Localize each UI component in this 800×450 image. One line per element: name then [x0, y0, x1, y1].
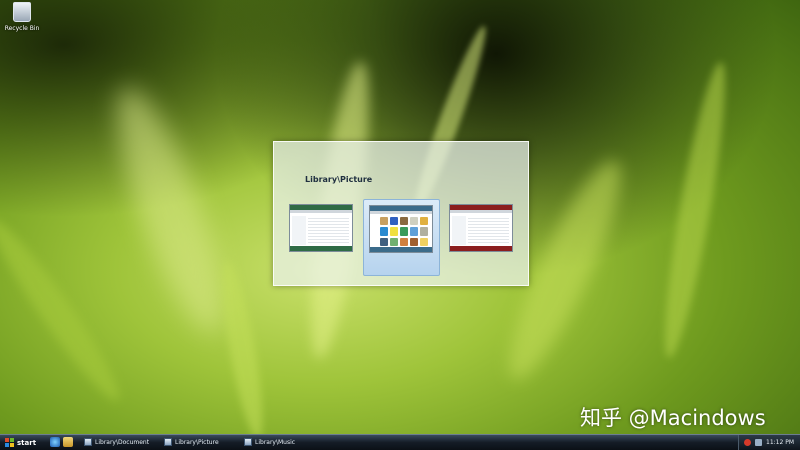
network-icon[interactable]	[755, 439, 762, 446]
picture-grid	[380, 217, 428, 246]
taskbar-button-music[interactable]: Library\Music	[240, 436, 299, 448]
picture-window-icon	[164, 438, 172, 446]
start-label: start	[17, 438, 37, 447]
window-switcher: Library\Picture	[273, 141, 529, 286]
recycle-bin-icon	[13, 2, 31, 22]
window-thumbnail-document[interactable]	[289, 204, 353, 252]
document-window-icon	[84, 438, 92, 446]
security-shield-icon[interactable]	[744, 439, 751, 446]
switcher-title: Library\Picture	[305, 175, 373, 184]
recycle-bin-label: Recycle Bin	[4, 25, 40, 32]
taskbar: start Library\Document Library\Picture L…	[0, 434, 800, 450]
windows-logo-icon	[5, 438, 14, 447]
taskbar-button-document[interactable]: Library\Document	[80, 436, 153, 448]
folder-icon[interactable]	[63, 437, 73, 447]
taskbar-button-label: Library\Picture	[175, 438, 219, 446]
system-tray: 11:12 PM	[738, 435, 800, 450]
start-button[interactable]: start	[2, 436, 42, 449]
taskbar-button-picture[interactable]: Library\Picture	[160, 436, 223, 448]
internet-explorer-icon[interactable]	[50, 437, 60, 447]
taskbar-button-label: Library\Music	[255, 438, 296, 446]
taskbar-button-label: Library\Document	[95, 438, 150, 446]
watermark: 知乎 @Macindows	[580, 406, 766, 430]
window-thumbnail-music[interactable]	[449, 204, 513, 252]
recycle-bin-desktop-icon[interactable]: Recycle Bin	[2, 2, 42, 32]
selected-window-highlight[interactable]	[363, 199, 440, 276]
window-thumbnail-picture[interactable]	[369, 205, 433, 253]
clock[interactable]: 11:12 PM	[766, 439, 794, 446]
music-window-icon	[244, 438, 252, 446]
